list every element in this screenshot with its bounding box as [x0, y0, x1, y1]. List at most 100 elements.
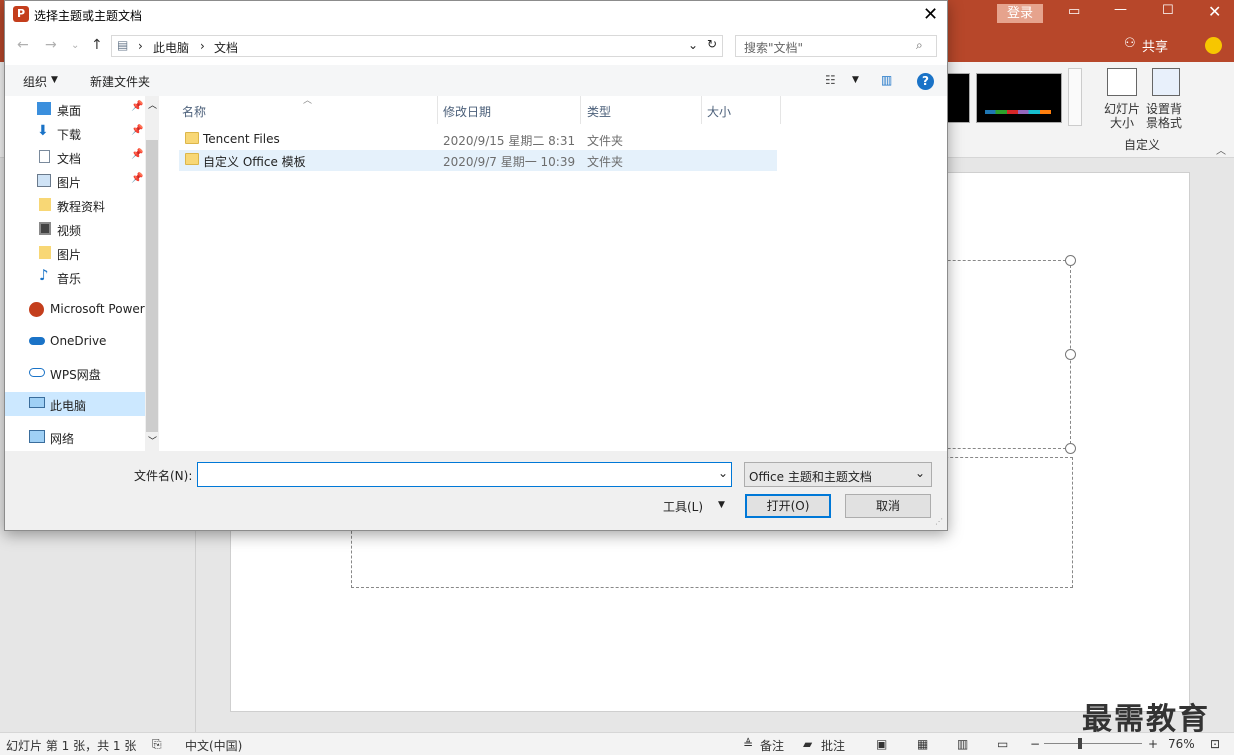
resize-handle[interactable]	[1065, 255, 1076, 266]
file-row[interactable]: 自定义 Office 模板 2020/9/7 星期一 10:39 文件夹	[179, 150, 777, 171]
format-background-icon[interactable]	[1152, 68, 1180, 96]
minimize-icon[interactable]: —	[1114, 2, 1127, 17]
slideshow-icon[interactable]: ▭	[997, 737, 1008, 751]
zoom-in-icon[interactable]: +	[1148, 737, 1158, 751]
gallery-scroll[interactable]	[1068, 68, 1082, 126]
address-dropdown-icon[interactable]: ⌄	[688, 38, 698, 52]
ribbon-display-icon[interactable]: ▭	[1068, 4, 1080, 19]
comments-button[interactable]: 批注	[821, 737, 845, 754]
zoom-out-icon[interactable]: −	[1030, 737, 1040, 751]
column-divider[interactable]	[780, 96, 781, 124]
preview-pane-icon[interactable]: ▥	[881, 73, 892, 87]
format-background-button[interactable]: 设置背 景格式	[1144, 102, 1184, 130]
view-dropdown-icon[interactable]: ▼	[852, 75, 859, 85]
scroll-up-icon[interactable]: ︿	[148, 98, 157, 111]
nav-item-label: 文档	[57, 152, 82, 166]
filename-dropdown-icon[interactable]: ⌄	[718, 466, 728, 480]
resize-grip-icon[interactable]: ⋰	[935, 517, 943, 526]
column-divider[interactable]	[580, 96, 581, 124]
column-header-name[interactable]: 名称	[182, 103, 206, 120]
smiley-feedback-icon[interactable]	[1205, 37, 1222, 54]
design-variant-thumb[interactable]	[946, 73, 970, 123]
file-row[interactable]: Tencent Files 2020/9/15 星期二 8:31 文件夹	[179, 129, 777, 150]
nav-pane-scrollbar[interactable]: ︿ ﹀	[145, 96, 159, 451]
cloud-outline-icon	[29, 368, 45, 377]
folder-icon	[185, 153, 199, 165]
column-header-type[interactable]: 类型	[587, 103, 611, 120]
forward-arrow-icon[interactable]: →	[45, 37, 57, 53]
column-divider[interactable]	[701, 96, 702, 124]
spellcheck-icon[interactable]: ⎘	[152, 737, 162, 752]
dialog-titlebar: P 选择主题或主题文档 ✕	[5, 1, 947, 28]
nav-item-label: 图片	[57, 248, 82, 262]
breadcrumb-this-pc[interactable]: 此电脑	[153, 39, 189, 56]
help-icon[interactable]: ?	[917, 73, 934, 90]
nav-item-this-pc[interactable]: 此电脑	[5, 392, 145, 416]
column-header-size[interactable]: 大小	[707, 103, 731, 120]
nav-item-documents[interactable]: 文档 📌	[5, 146, 145, 168]
resize-handle[interactable]	[1065, 443, 1076, 454]
filetype-select[interactable]: Office 主题和主题文档 ⌄	[744, 462, 932, 487]
cloud-icon	[29, 337, 45, 345]
nav-item-wps-drive[interactable]: WPS网盘	[5, 362, 145, 384]
pin-icon: 📌	[131, 101, 144, 112]
resize-handle[interactable]	[1065, 349, 1076, 360]
back-arrow-icon[interactable]: ←	[17, 37, 29, 53]
nav-item-network[interactable]: 网络	[5, 426, 145, 448]
nav-item-pictures[interactable]: 图片 📌	[5, 170, 145, 192]
nav-item-desktop[interactable]: 桌面 📌	[5, 98, 145, 120]
fit-to-window-icon[interactable]: ⊡	[1210, 737, 1220, 751]
column-header-modified[interactable]: 修改日期	[443, 103, 491, 120]
reading-view-icon[interactable]: ▥	[957, 737, 968, 751]
normal-view-icon[interactable]: ▣	[876, 737, 887, 751]
language-indicator[interactable]: 中文(中国)	[185, 737, 242, 754]
zoom-slider-thumb[interactable]	[1078, 738, 1082, 749]
music-note-icon: ♪	[39, 266, 49, 284]
slide-size-button[interactable]: 幻灯片 大小	[1102, 102, 1142, 130]
up-arrow-icon[interactable]: ↑	[91, 37, 103, 53]
zoom-slider[interactable]	[1044, 743, 1142, 744]
nav-item-tutorials[interactable]: 教程资料	[5, 194, 145, 216]
filename-input[interactable]	[197, 462, 732, 487]
nav-item-label: 网络	[50, 432, 75, 446]
slide-sorter-icon[interactable]: ▦	[917, 737, 928, 751]
nav-item-videos[interactable]: 视频	[5, 218, 145, 240]
nav-item-music[interactable]: ♪ 音乐	[5, 266, 145, 288]
cancel-button[interactable]: 取消	[845, 494, 931, 518]
refresh-icon[interactable]: ↻	[707, 37, 717, 51]
slide-size-label-2: 大小	[1109, 116, 1134, 130]
search-input[interactable]: 搜索"文档" ⌕	[735, 35, 937, 57]
recent-chevron-down-icon[interactable]: ⌄	[71, 40, 79, 51]
notes-button[interactable]: 备注	[760, 737, 784, 754]
login-button[interactable]: 登录	[997, 4, 1043, 23]
scrollbar-thumb[interactable]	[146, 140, 158, 432]
new-folder-button[interactable]: 新建文件夹	[90, 73, 150, 90]
breadcrumb-documents[interactable]: 文档	[214, 39, 238, 56]
scroll-down-icon[interactable]: ﹀	[148, 434, 157, 447]
nav-item-label: OneDrive	[50, 334, 107, 348]
column-divider[interactable]	[437, 96, 438, 124]
pc-icon: ▤	[117, 38, 129, 52]
slide-size-icon[interactable]	[1107, 68, 1137, 96]
organize-button[interactable]: 组织	[23, 73, 47, 90]
pin-icon: 📌	[131, 173, 144, 184]
close-icon[interactable]: ✕	[1208, 2, 1221, 21]
nav-item-downloads[interactable]: ⬇ 下载 📌	[5, 122, 145, 144]
nav-item-onedrive[interactable]: OneDrive	[5, 330, 145, 352]
nav-item-pictures-folder[interactable]: 图片	[5, 242, 145, 264]
design-variant-thumb[interactable]	[976, 73, 1062, 123]
tools-dropdown-icon[interactable]: ▼	[718, 500, 725, 510]
address-bar[interactable]: ▤ › 此电脑 › 文档 ⌄ ↻	[111, 35, 723, 57]
share-button[interactable]: 共享	[1142, 36, 1168, 55]
filename-label: 文件名(N):	[134, 469, 193, 483]
dialog-close-icon[interactable]: ✕	[923, 4, 938, 25]
nav-item-label: 教程资料	[57, 200, 106, 214]
organize-dropdown-icon[interactable]: ▼	[51, 75, 58, 85]
collapse-ribbon-icon[interactable]: ︿	[1216, 142, 1226, 157]
zoom-level[interactable]: 76%	[1168, 737, 1195, 751]
view-options-icon[interactable]: ☷	[825, 73, 836, 87]
maximize-icon[interactable]: ☐	[1162, 3, 1174, 18]
open-button[interactable]: 打开(O)	[745, 494, 831, 518]
nav-item-microsoft-powerpoint[interactable]: Microsoft Power	[5, 298, 145, 320]
tools-button[interactable]: 工具(L)	[663, 498, 703, 515]
